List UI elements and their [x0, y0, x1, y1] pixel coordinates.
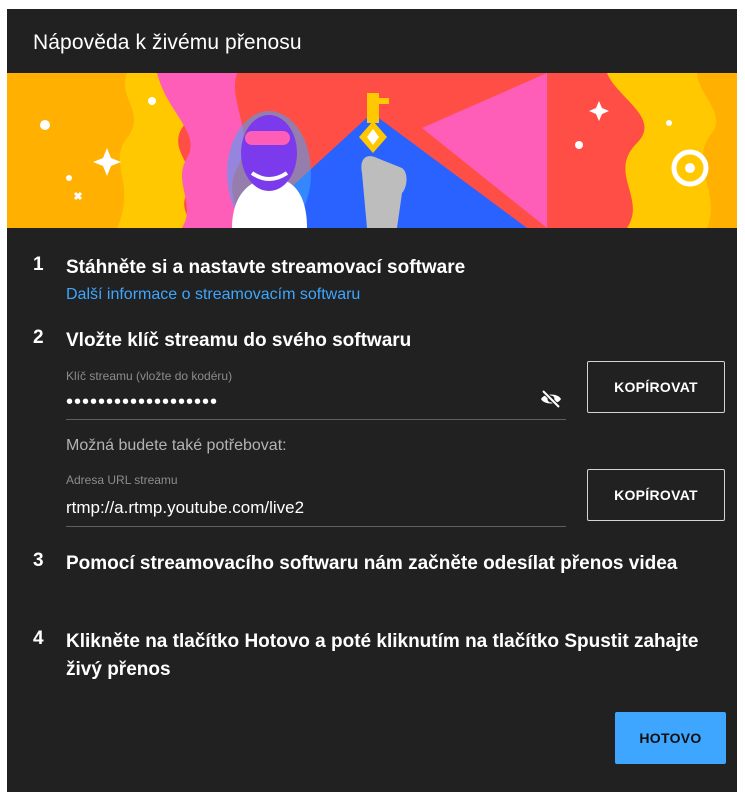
done-button[interactable]: HOTOVO [615, 712, 726, 764]
stream-url-label: Adresa URL streamu [66, 473, 178, 487]
step-title: Klikněte na tlačítko Hotovo a poté klikn… [66, 631, 699, 680]
streaming-software-info-link[interactable]: Další informace o streamovacím softwaru [66, 286, 360, 304]
step-number: 1 [33, 254, 44, 275]
step-title: Stáhněte si a nastavte streamovací softw… [66, 257, 466, 278]
copy-stream-key-button[interactable]: KOPÍROVAT [587, 361, 725, 413]
dialog-title: Nápověda k živému přenosu [33, 31, 302, 54]
stream-url-underline [66, 526, 566, 527]
eye-off-icon[interactable] [539, 387, 563, 411]
header-illustration [7, 73, 737, 228]
copy-stream-url-button[interactable]: KOPÍROVAT [587, 469, 725, 521]
stream-key-field[interactable]: ••••••••••••••••••• [66, 391, 218, 414]
step-number: 4 [33, 628, 44, 649]
illustration-artwork [7, 73, 737, 228]
step-number: 2 [33, 327, 44, 348]
stream-key-underline [66, 419, 566, 420]
step-title: Pomocí streamovacího softwaru nám začnět… [66, 553, 678, 574]
stream-url-field[interactable]: rtmp://a.rtmp.youtube.com/live2 [66, 498, 304, 518]
stream-key-label: Klíč streamu (vložte do kodéru) [66, 369, 233, 383]
also-needed-text: Možná budete také potřebovat: [66, 437, 287, 454]
step-title: Vložte klíč streamu do svého softwaru [66, 330, 412, 351]
step-number: 3 [33, 550, 44, 571]
live-stream-help-dialog: Nápověda k živému přenosu 1 Stáhněte si … [7, 9, 737, 792]
